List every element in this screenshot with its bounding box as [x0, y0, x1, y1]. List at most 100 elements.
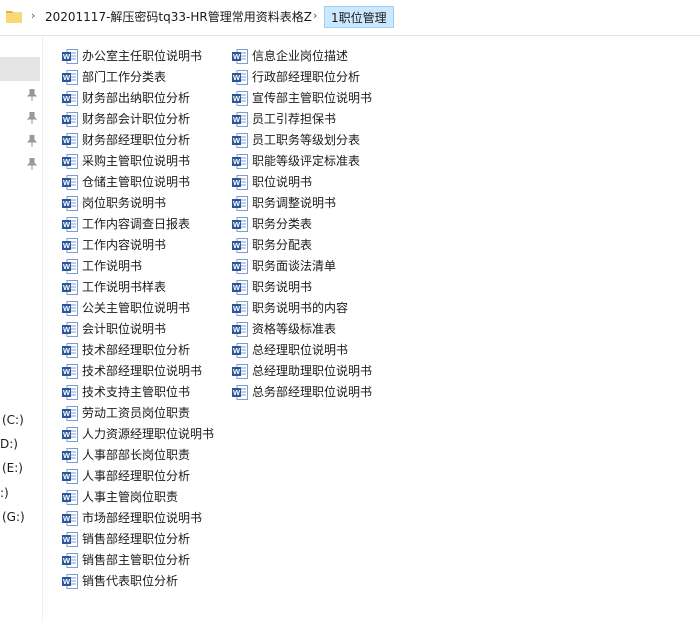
- file-item[interactable]: W 员工引荐担保书: [232, 109, 372, 130]
- file-item[interactable]: W 人力资源经理职位说明书: [62, 424, 214, 445]
- word-document-icon: W: [232, 196, 248, 211]
- file-item[interactable]: W 总经理职位说明书: [232, 340, 372, 361]
- svg-text:W: W: [63, 262, 71, 271]
- word-document-icon: W: [62, 238, 78, 253]
- file-name: 信息企业岗位描述: [252, 49, 349, 63]
- file-item[interactable]: W 信息企业岗位描述: [232, 46, 372, 67]
- svg-text:W: W: [63, 94, 71, 103]
- file-item[interactable]: W 岗位职务说明书: [62, 193, 214, 214]
- file-item[interactable]: W 劳动工资员岗位职责: [62, 403, 214, 424]
- word-document-icon: W: [62, 448, 78, 463]
- file-item[interactable]: W 职位说明书: [232, 172, 372, 193]
- file-item[interactable]: W 工作说明书样表: [62, 277, 214, 298]
- word-document-icon: W: [62, 511, 78, 526]
- file-name: 人力资源经理职位说明书: [82, 427, 215, 441]
- word-document-icon: W: [62, 154, 78, 169]
- file-item[interactable]: W 资格等级标准表: [232, 319, 372, 340]
- file-item[interactable]: W 人事主管岗位职责: [62, 487, 214, 508]
- word-document-icon: W: [232, 49, 248, 64]
- file-item[interactable]: W 职务调整说明书: [232, 193, 372, 214]
- drive-f[interactable]: :): [0, 486, 9, 500]
- drive-c[interactable]: (C:): [2, 413, 24, 427]
- file-name: 人事部部长岗位职责: [82, 448, 191, 462]
- drive-d[interactable]: D:): [0, 437, 18, 451]
- file-name: 职务分配表: [252, 238, 313, 252]
- file-item[interactable]: W 工作内容调查日报表: [62, 214, 214, 235]
- word-document-icon: W: [62, 532, 78, 547]
- svg-text:W: W: [233, 157, 241, 166]
- file-item[interactable]: W 市场部经理职位说明书: [62, 508, 214, 529]
- breadcrumb-current[interactable]: 1职位管理: [324, 6, 394, 28]
- file-item[interactable]: W 工作说明书: [62, 256, 214, 277]
- file-item[interactable]: W 总经理助理职位说明书: [232, 361, 372, 382]
- file-item[interactable]: W 部门工作分类表: [62, 67, 214, 88]
- file-item[interactable]: W 工作内容说明书: [62, 235, 214, 256]
- file-name: 会计职位说明书: [82, 322, 167, 336]
- file-item[interactable]: W 仓储主管职位说明书: [62, 172, 214, 193]
- svg-text:W: W: [63, 157, 71, 166]
- word-document-icon: W: [232, 238, 248, 253]
- file-item[interactable]: W 技术支持主管职位书: [62, 382, 214, 403]
- file-item[interactable]: W 人事部部长岗位职责: [62, 445, 214, 466]
- file-item[interactable]: W 行政部经理职位分析: [232, 67, 372, 88]
- file-item[interactable]: W 宣传部主管职位说明书: [232, 88, 372, 109]
- word-document-icon: W: [62, 259, 78, 274]
- svg-text:W: W: [233, 241, 241, 250]
- file-item[interactable]: W 职务分类表: [232, 214, 372, 235]
- file-item[interactable]: W 财务部会计职位分析: [62, 109, 214, 130]
- file-name: 财务部会计职位分析: [82, 112, 191, 126]
- file-name: 员工职务等级划分表: [252, 133, 361, 147]
- file-item[interactable]: W 人事部经理职位分析: [62, 466, 214, 487]
- file-item[interactable]: W 公关主管职位说明书: [62, 298, 214, 319]
- word-document-icon: W: [62, 175, 78, 190]
- file-item[interactable]: W 总务部经理职位说明书: [232, 382, 372, 403]
- word-document-icon: W: [232, 322, 248, 337]
- svg-text:W: W: [63, 178, 71, 187]
- file-item[interactable]: W 财务部出纳职位分析: [62, 88, 214, 109]
- word-document-icon: W: [62, 343, 78, 358]
- svg-text:W: W: [233, 199, 241, 208]
- file-item[interactable]: W 会计职位说明书: [62, 319, 214, 340]
- file-item[interactable]: W 技术部经理职位说明书: [62, 361, 214, 382]
- svg-text:W: W: [63, 367, 71, 376]
- file-item[interactable]: W 技术部经理职位分析: [62, 340, 214, 361]
- chevron-right-icon[interactable]: ›: [31, 9, 35, 22]
- file-item[interactable]: W 销售部经理职位分析: [62, 529, 214, 550]
- file-name: 行政部经理职位分析: [252, 70, 361, 84]
- svg-text:W: W: [233, 73, 241, 82]
- file-item[interactable]: W 销售部主管职位分析: [62, 550, 214, 571]
- file-name: 部门工作分类表: [82, 70, 167, 84]
- drive-g[interactable]: (G:): [2, 510, 25, 524]
- nav-selected-item[interactable]: [0, 57, 40, 81]
- file-column-2: W 信息企业岗位描述 W 行政部经理职位分析 W 宣传部主管职位说明书 W 员工引荐担保书 W 员…: [232, 46, 372, 403]
- file-name: 办公室主任职位说明书: [82, 49, 203, 63]
- file-item[interactable]: W 财务部经理职位分析: [62, 130, 214, 151]
- file-name: 劳动工资员岗位职责: [82, 406, 191, 420]
- chevron-right-icon[interactable]: ›: [313, 9, 317, 22]
- address-bar[interactable]: › 20201117-解压密码tq33-HR管理常用资料表格Z › 1职位管理: [0, 0, 700, 36]
- file-item[interactable]: W 职务面谈法清单: [232, 256, 372, 277]
- file-item[interactable]: W 员工职务等级划分表: [232, 130, 372, 151]
- file-item[interactable]: W 职务说明书: [232, 277, 372, 298]
- file-name: 职务调整说明书: [252, 196, 337, 210]
- file-item[interactable]: W 采购主管职位说明书: [62, 151, 214, 172]
- word-document-icon: W: [62, 553, 78, 568]
- file-item[interactable]: W 职务说明书的内容: [232, 298, 372, 319]
- svg-text:W: W: [233, 136, 241, 145]
- word-document-icon: W: [62, 280, 78, 295]
- file-name: 职务分类表: [252, 217, 313, 231]
- svg-text:W: W: [233, 346, 241, 355]
- svg-text:W: W: [63, 52, 71, 61]
- pin-icon: [27, 135, 37, 147]
- file-item[interactable]: W 办公室主任职位说明书: [62, 46, 214, 67]
- word-document-icon: W: [232, 343, 248, 358]
- file-item[interactable]: W 销售代表职位分析: [62, 571, 214, 592]
- drive-e[interactable]: (E:): [2, 461, 23, 475]
- file-item[interactable]: W 职能等级评定标准表: [232, 151, 372, 172]
- file-name: 销售部经理职位分析: [82, 532, 191, 546]
- breadcrumb-parent[interactable]: 20201117-解压密码tq33-HR管理常用资料表格Z: [45, 8, 312, 25]
- word-document-icon: W: [232, 259, 248, 274]
- file-name: 人事部经理职位分析: [82, 469, 191, 483]
- file-item[interactable]: W 职务分配表: [232, 235, 372, 256]
- file-name: 员工引荐担保书: [252, 112, 337, 126]
